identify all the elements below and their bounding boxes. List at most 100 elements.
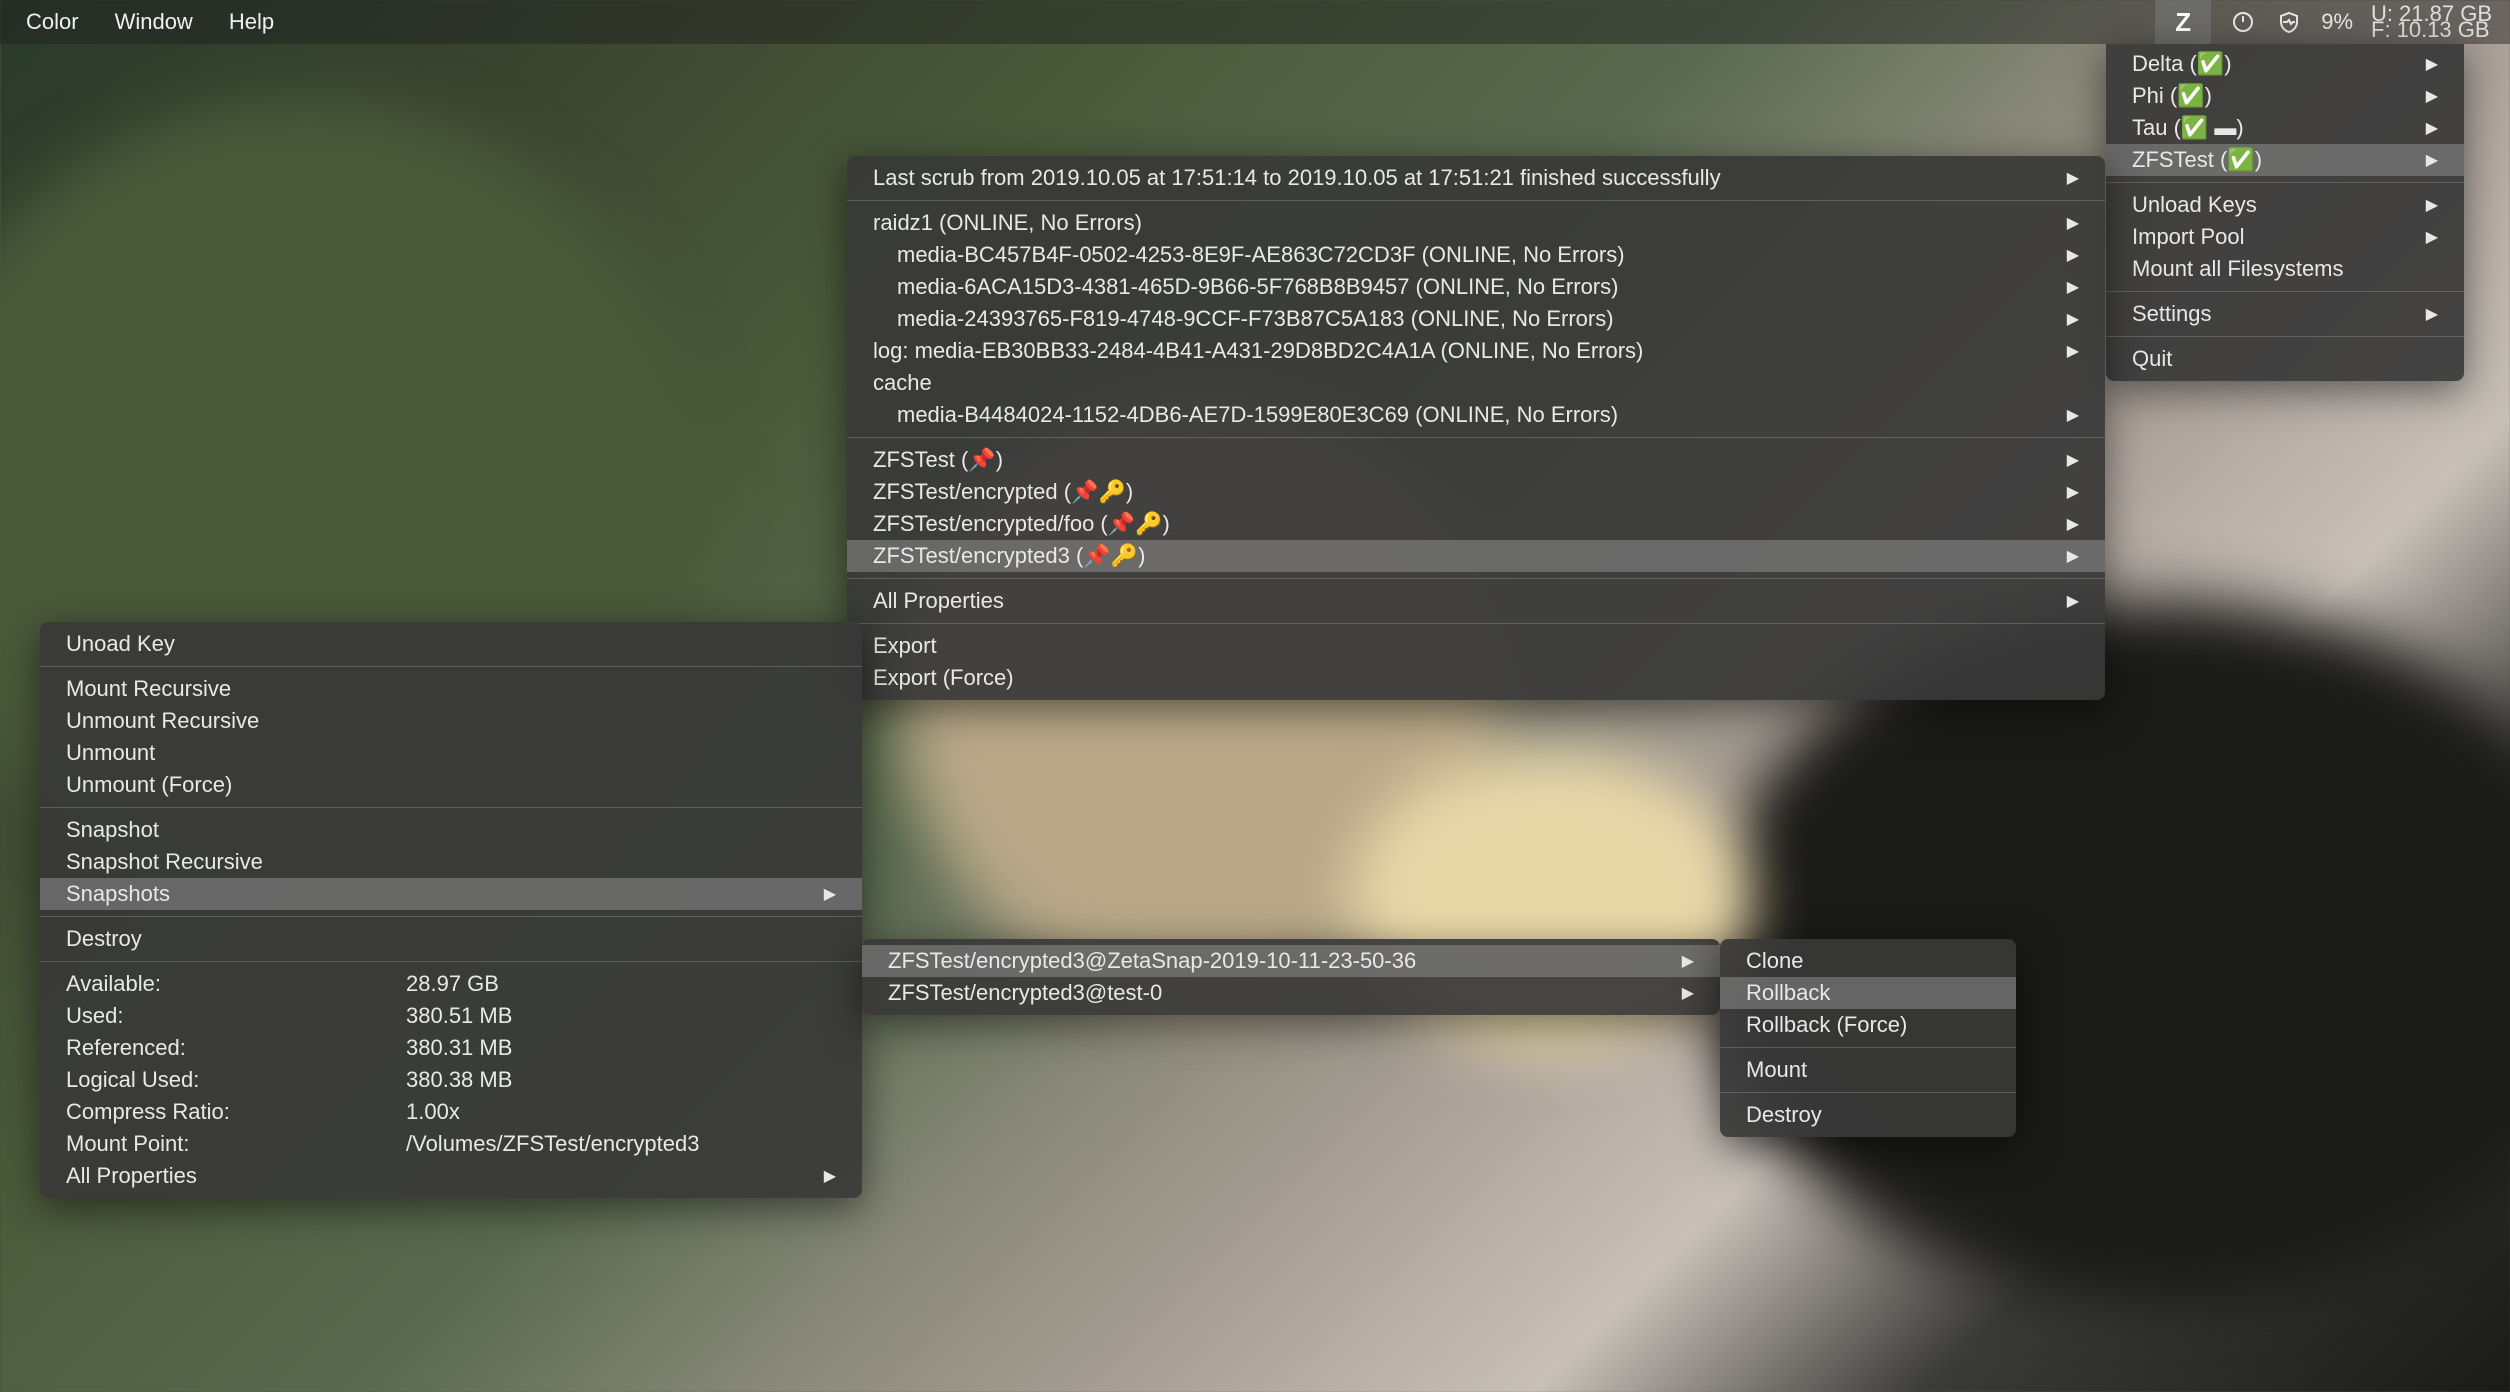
menu-label: Rollback (Force)	[1746, 1012, 1907, 1038]
pool-label: Tau (✅ ▬)	[2132, 115, 2244, 141]
vdev-cache-disk[interactable]: media-B4484024-1152-4DB6-AE7D-1599E80E3C…	[847, 399, 2105, 431]
snapshot-item[interactable]: ZFSTest/encrypted3@test-0▶	[862, 977, 1720, 1009]
unload-key[interactable]: Unoad Key	[40, 628, 862, 660]
menu-separator	[847, 578, 2105, 579]
menubar-right: Z 9% U:21.87 GB F:10.13 GB	[2155, 0, 2502, 44]
shield-icon[interactable]	[2275, 8, 2303, 36]
disk-stats: U:21.87 GB F:10.13 GB	[2371, 6, 2492, 38]
dataset-encrypted[interactable]: ZFSTest/encrypted (📌🔑)▶	[847, 476, 2105, 508]
prop-label: Logical Used:	[66, 1067, 406, 1093]
destroy[interactable]: Destroy	[1720, 1099, 2016, 1131]
menu-label: Unload Keys	[2132, 192, 2257, 218]
prop-value: /Volumes/ZFSTest/encrypted3	[406, 1131, 699, 1157]
menu-label: Mount	[1746, 1057, 1807, 1083]
menu-separator	[40, 916, 862, 917]
menu-label: Unmount (Force)	[66, 772, 232, 798]
pool-detail-menu: Last scrub from 2019.10.05 at 17:51:14 t…	[847, 156, 2105, 700]
unmount-force[interactable]: Unmount (Force)	[40, 769, 862, 801]
vdev-cache[interactable]: cache	[847, 367, 2105, 399]
export[interactable]: Export	[847, 630, 2105, 662]
chevron-right-icon: ▶	[2386, 86, 2438, 106]
menu-label: Export (Force)	[873, 665, 1014, 691]
vdev-disk[interactable]: media-6ACA15D3-4381-465D-9B66-5F768B8B94…	[847, 271, 2105, 303]
snapshot[interactable]: Snapshot	[40, 814, 862, 846]
prop-used: Used:380.51 MB	[40, 1000, 862, 1032]
vdev-label: cache	[873, 370, 932, 396]
menu-separator	[847, 437, 2105, 438]
menu-help[interactable]: Help	[211, 0, 292, 44]
unload-keys[interactable]: Unload Keys▶	[2106, 189, 2464, 221]
quit[interactable]: Quit	[2106, 343, 2464, 375]
menu-separator	[1720, 1092, 2016, 1093]
chevron-right-icon: ▶	[1642, 983, 1694, 1003]
vdev-raidz1[interactable]: raidz1 (ONLINE, No Errors)▶	[847, 207, 2105, 239]
menu-label: Unmount Recursive	[66, 708, 259, 734]
z-status-icon[interactable]: Z	[2155, 0, 2211, 44]
pool-label: Phi (✅)	[2132, 83, 2212, 109]
scrub-label: Last scrub from 2019.10.05 at 17:51:14 t…	[873, 165, 1721, 191]
vdev-label: media-BC457B4F-0502-4253-8E9F-AE863C72CD…	[897, 242, 1625, 268]
scrub-status[interactable]: Last scrub from 2019.10.05 at 17:51:14 t…	[847, 162, 2105, 194]
snapshots[interactable]: Snapshots▶	[40, 878, 862, 910]
prop-available: Available:28.97 GB	[40, 968, 862, 1000]
prop-value: 1.00x	[406, 1099, 460, 1125]
mount-all-filesystems[interactable]: Mount all Filesystems	[2106, 253, 2464, 285]
snapshot-item[interactable]: ZFSTest/encrypted3@ZetaSnap-2019-10-11-2…	[862, 945, 1720, 977]
export-force[interactable]: Export (Force)	[847, 662, 2105, 694]
menu-color[interactable]: Color	[8, 0, 97, 44]
import-pool[interactable]: Import Pool▶	[2106, 221, 2464, 253]
unmount[interactable]: Unmount	[40, 737, 862, 769]
dataset-encrypted-foo[interactable]: ZFSTest/encrypted/foo (📌🔑)▶	[847, 508, 2105, 540]
unmount-recursive[interactable]: Unmount Recursive	[40, 705, 862, 737]
snapshot-recursive[interactable]: Snapshot Recursive	[40, 846, 862, 878]
settings[interactable]: Settings▶	[2106, 298, 2464, 330]
menu-separator	[40, 807, 862, 808]
pool-item-delta[interactable]: Delta (✅)▶	[2106, 48, 2464, 80]
menu-label: Destroy	[1746, 1102, 1822, 1128]
mount-recursive[interactable]: Mount Recursive	[40, 673, 862, 705]
dataset-encrypted3[interactable]: ZFSTest/encrypted3 (📌🔑)▶	[847, 540, 2105, 572]
prop-label: Compress Ratio:	[66, 1099, 406, 1125]
prop-value: 380.38 MB	[406, 1067, 512, 1093]
power-icon[interactable]	[2229, 8, 2257, 36]
destroy[interactable]: Destroy	[40, 923, 862, 955]
pool-item-phi[interactable]: Phi (✅) ▶	[2106, 80, 2464, 112]
prop-label: Used:	[66, 1003, 406, 1029]
clone[interactable]: Clone	[1720, 945, 2016, 977]
vdev-disk[interactable]: media-24393765-F819-4748-9CCF-F73B87C5A1…	[847, 303, 2105, 335]
vdev-log[interactable]: log: media-EB30BB33-2484-4B41-A431-29D8B…	[847, 335, 2105, 367]
vdev-disk[interactable]: media-BC457B4F-0502-4253-8E9F-AE863C72CD…	[847, 239, 2105, 271]
rollback[interactable]: Rollback	[1720, 977, 2016, 1009]
prop-label: Mount Point:	[66, 1131, 406, 1157]
snapshot-action-menu: Clone Rollback Rollback (Force) Mount De…	[1720, 939, 2016, 1137]
dataset-zfstest[interactable]: ZFSTest (📌)▶	[847, 444, 2105, 476]
all-properties[interactable]: All Properties▶	[847, 585, 2105, 617]
pool-label: Delta (✅)	[2132, 51, 2232, 77]
menu-window[interactable]: Window	[97, 0, 211, 44]
menu-label: Quit	[2132, 346, 2172, 372]
vdev-label: log: media-EB30BB33-2484-4B41-A431-29D8B…	[873, 338, 1643, 364]
pool-item-tau[interactable]: Tau (✅ ▬)▶	[2106, 112, 2464, 144]
pool-item-zfstest[interactable]: ZFSTest (✅)▶	[2106, 144, 2464, 176]
prop-value: 380.51 MB	[406, 1003, 512, 1029]
disk-free-value: 10.13 GB	[2397, 22, 2490, 38]
rollback-force[interactable]: Rollback (Force)	[1720, 1009, 2016, 1041]
chevron-right-icon: ▶	[2027, 309, 2079, 329]
chevron-right-icon: ▶	[2027, 482, 2079, 502]
menu-label: Snapshots	[66, 881, 170, 907]
menu-separator	[1720, 1047, 2016, 1048]
menu-label: All Properties	[873, 588, 1004, 614]
vdev-label: media-B4484024-1152-4DB6-AE7D-1599E80E3C…	[897, 402, 1618, 428]
prop-compress-ratio: Compress Ratio:1.00x	[40, 1096, 862, 1128]
chevron-right-icon: ▶	[2027, 245, 2079, 265]
menu-label: Unmount	[66, 740, 155, 766]
chevron-right-icon: ▶	[1642, 951, 1694, 971]
vdev-label: raidz1 (ONLINE, No Errors)	[873, 210, 1142, 236]
dataset-label: ZFSTest (📌)	[873, 447, 1003, 473]
chevron-right-icon: ▶	[2386, 304, 2438, 324]
chevron-right-icon: ▶	[784, 1166, 836, 1186]
prop-value: 380.31 MB	[406, 1035, 512, 1061]
prop-value: 28.97 GB	[406, 971, 499, 997]
mount[interactable]: Mount	[1720, 1054, 2016, 1086]
all-properties[interactable]: All Properties▶	[40, 1160, 862, 1192]
